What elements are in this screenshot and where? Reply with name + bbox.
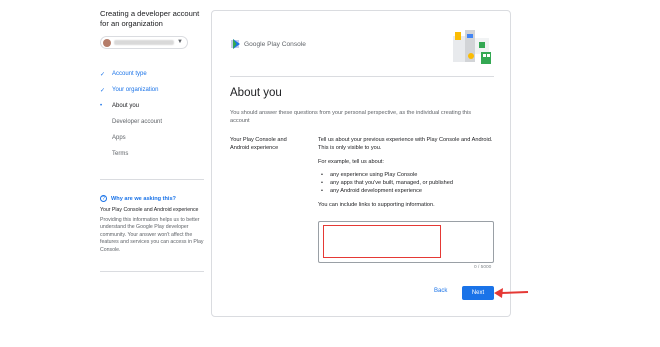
next-button[interactable]: Next <box>462 286 494 300</box>
google-play-console-logo <box>231 39 240 49</box>
why-asking-subheading: Your Play Console and Android experience <box>100 207 199 213</box>
step-terms: Terms <box>100 146 162 162</box>
step-label: Account type <box>112 71 147 77</box>
annotation-arrow-icon <box>494 288 529 298</box>
links-note: You can include links to supporting info… <box>318 201 435 208</box>
sidebar-divider <box>100 271 204 272</box>
why-asking-body: Providing this information helps us to b… <box>100 216 204 253</box>
account-switcher[interactable]: ▼ <box>100 36 188 49</box>
list-item: any Android development experience <box>318 188 496 196</box>
step-list: ✓ Account type ✓ Your organization • Abo… <box>100 66 162 162</box>
step-your-organization[interactable]: ✓ Your organization <box>100 82 162 98</box>
step-label: About you <box>112 103 140 109</box>
step-account-type[interactable]: ✓ Account type <box>100 66 162 82</box>
intro-text: You should answer these questions from y… <box>230 110 472 124</box>
step-developer-account: Developer account <box>100 114 162 130</box>
check-icon: ✓ <box>100 71 106 78</box>
brand-logo: Google Play Console <box>231 38 306 50</box>
account-email-obscured <box>114 40 174 45</box>
step-label: Your organization <box>112 87 159 93</box>
check-icon: ✓ <box>100 87 106 94</box>
step-label: Terms <box>112 151 129 157</box>
back-button[interactable]: Back <box>434 288 447 294</box>
example-list: any experience using Play Console any ap… <box>318 172 496 195</box>
sidebar-divider <box>100 179 204 180</box>
example-intro: For example, tell us about: <box>318 158 384 165</box>
why-asking-heading-text: Why are we asking this? <box>111 195 176 202</box>
chevron-down-icon: ▼ <box>177 39 183 45</box>
list-item: any experience using Play Console <box>318 172 496 180</box>
dot-icon: • <box>100 103 103 109</box>
question-label: Your Play Console and Android experience <box>230 137 287 151</box>
about-you-card: Google Play Console About you You should… <box>211 10 511 317</box>
brand-name: Google Play Console <box>244 40 306 48</box>
experience-textarea[interactable] <box>318 221 494 263</box>
avatar <box>103 38 111 47</box>
help-circle-icon: ? <box>100 195 107 202</box>
list-item: any apps that you've built, managed, or … <box>318 180 496 188</box>
sidebar-title: Creating a developer account for an orga… <box>100 9 200 28</box>
header-illustration <box>453 30 491 64</box>
why-asking-heading[interactable]: ? Why are we asking this? <box>100 195 206 202</box>
question-details: Tell us about your previous experience w… <box>318 137 496 216</box>
step-label: Apps <box>112 135 126 141</box>
character-counter: 0 / 5000 <box>474 265 492 270</box>
page-title: About you <box>230 87 282 99</box>
question-text: Tell us about your previous experience w… <box>318 137 493 151</box>
why-asking-panel: ? Why are we asking this? Your Play Cons… <box>100 195 206 255</box>
card-divider <box>230 76 494 77</box>
step-about-you[interactable]: • About you <box>100 98 162 114</box>
step-apps: Apps <box>100 130 162 146</box>
step-label: Developer account <box>112 119 163 125</box>
